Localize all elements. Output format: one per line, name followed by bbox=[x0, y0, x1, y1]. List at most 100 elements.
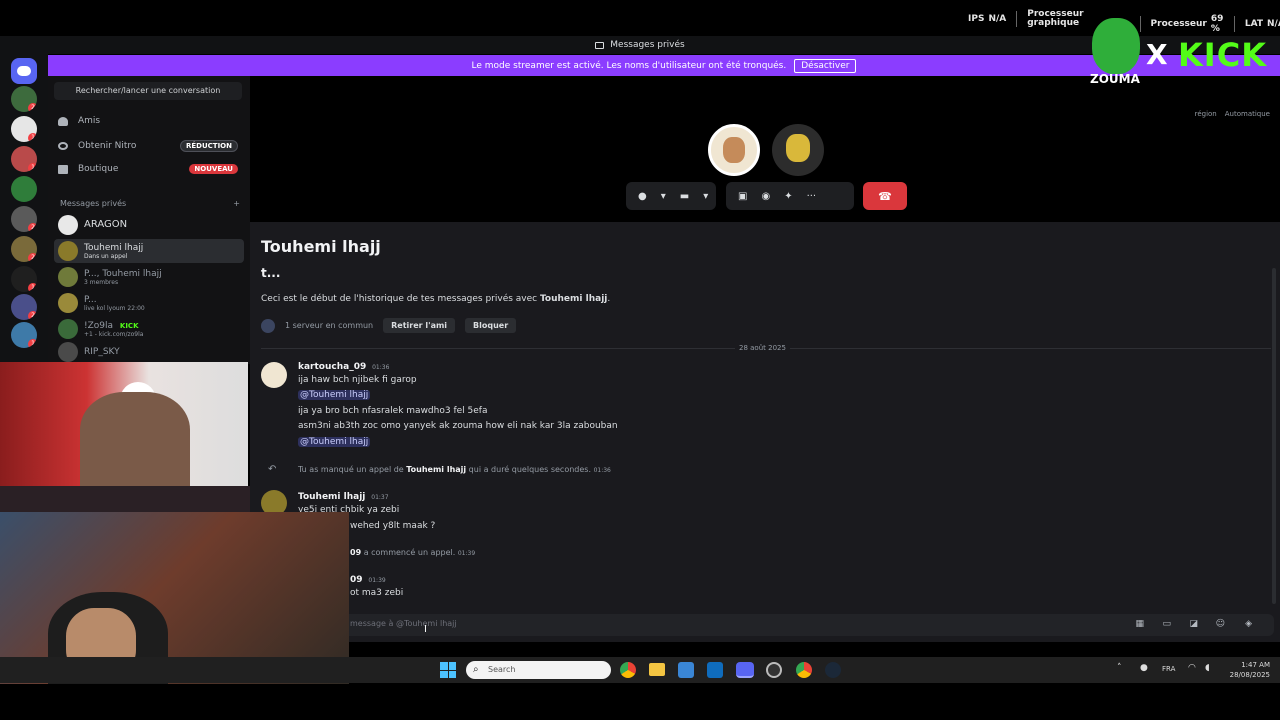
region-selector[interactable]: région Automatique bbox=[1195, 110, 1270, 118]
apps-icon[interactable]: ◈ bbox=[1245, 619, 1252, 629]
missed-call-notice: Tu as manqué un appel de Touhemi lhajj q… bbox=[298, 465, 611, 474]
message-mention: @Touhemi lhajj bbox=[298, 437, 371, 447]
dm-item-active[interactable]: Touhemi lhajj Dans un appel bbox=[54, 239, 244, 263]
text-cursor-icon: I bbox=[424, 624, 427, 635]
message-mention: @Touhemi lhajj bbox=[298, 390, 371, 400]
nav-item-shop[interactable]: Boutique NOUVEAU bbox=[58, 164, 238, 174]
avatar[interactable] bbox=[261, 362, 287, 388]
outlook-icon[interactable] bbox=[707, 662, 723, 678]
server-icon[interactable]: 1 bbox=[11, 146, 37, 172]
activity-icon[interactable]: ◉ bbox=[761, 191, 770, 202]
emoji-icon[interactable]: ☺ bbox=[1216, 619, 1225, 629]
message-text: wehed y8lt maak ? bbox=[350, 521, 436, 531]
server-icon[interactable]: 2 bbox=[11, 294, 37, 320]
dm-name: Touhemi lhajj bbox=[84, 242, 144, 253]
sidebar-partial-row bbox=[0, 486, 250, 512]
intro-suffix: . bbox=[607, 294, 611, 304]
friends-icon bbox=[58, 116, 68, 126]
hang-up-button[interactable]: ☎ bbox=[863, 182, 907, 210]
server-icon[interactable]: 2 bbox=[11, 206, 37, 232]
nav-item-nitro[interactable]: Obtenir Nitro RÉDUCTION bbox=[58, 140, 238, 152]
call-action-controls: ▣ ◉ ✦ ··· bbox=[726, 182, 854, 210]
gift-icon[interactable]: ▦ bbox=[1135, 619, 1144, 629]
wifi-icon[interactable]: ◠ bbox=[1188, 663, 1196, 673]
performance-overlay-bar: IPS N/A Processeur graphique Processeur … bbox=[0, 0, 1280, 36]
screen-share-icon[interactable]: ▣ bbox=[738, 191, 747, 202]
mic-camera-controls: ● ▾ ▬ ▾ bbox=[626, 182, 716, 210]
microphone-tray-icon[interactable]: ● bbox=[1140, 663, 1148, 673]
mutual-servers[interactable]: 1 serveur en commun bbox=[285, 321, 373, 330]
more-options-icon[interactable]: ··· bbox=[807, 191, 817, 202]
block-button[interactable]: Bloquer bbox=[465, 318, 517, 333]
message-author[interactable]: Touhemi lhajj bbox=[298, 492, 365, 502]
missed-call-suffix: qui a duré quelques secondes. bbox=[466, 465, 592, 474]
disable-streamer-mode-button[interactable]: Désactiver bbox=[794, 58, 857, 73]
nav-label: Boutique bbox=[78, 164, 119, 174]
nav-item-friends[interactable]: Amis bbox=[58, 116, 238, 126]
user-mention[interactable]: @Touhemi lhajj bbox=[298, 390, 371, 400]
avatar bbox=[58, 342, 78, 362]
avatar bbox=[58, 319, 78, 339]
message-author[interactable]: kartoucha_09 bbox=[298, 362, 366, 372]
file-explorer-icon[interactable] bbox=[649, 663, 665, 676]
dm-item[interactable]: !Zo9la KICK +1 - kick.com/zo9la bbox=[54, 317, 244, 341]
taskbar-search-input[interactable]: ⌕ Search bbox=[466, 661, 611, 679]
ips-value: N/A bbox=[988, 14, 1007, 24]
dm-name: ARAGON bbox=[84, 219, 128, 230]
server-icon[interactable]: 1 bbox=[11, 116, 37, 142]
dm-item[interactable]: P... live kol lyoum 22:00 bbox=[54, 291, 244, 315]
server-icon[interactable]: 1 bbox=[11, 322, 37, 348]
soundboard-icon[interactable]: ✦ bbox=[784, 191, 792, 202]
taskbar-search-label: Search bbox=[488, 665, 516, 674]
message-input[interactable]: message à @Touhemi lhajj ▦ ▭ ◪ ☺ ◈ bbox=[256, 614, 1274, 636]
microphone-icon[interactable]: ● bbox=[638, 191, 647, 202]
gif-icon[interactable]: ▭ bbox=[1162, 619, 1171, 629]
conversation-search-input[interactable]: Rechercher/lancer une conversation bbox=[54, 82, 242, 100]
chat-panel: Touhemi lhajj t... Ceci est le début de … bbox=[250, 222, 1280, 608]
discount-badge: RÉDUCTION bbox=[180, 140, 238, 152]
message-header: 09 01:39 bbox=[350, 575, 386, 585]
chrome-icon[interactable] bbox=[620, 662, 636, 678]
dm-item[interactable]: ARAGON bbox=[54, 213, 244, 237]
lat-value: N/A bbox=[1267, 19, 1280, 29]
message-time: 01:37 bbox=[371, 494, 389, 501]
chevron-down-icon[interactable]: ▾ bbox=[703, 191, 708, 202]
obs-icon[interactable] bbox=[766, 662, 782, 678]
chat-scrollbar[interactable] bbox=[1272, 268, 1276, 604]
create-dm-plus-icon[interactable]: + bbox=[233, 199, 240, 208]
sticker-icon[interactable]: ◪ bbox=[1189, 619, 1198, 629]
dm-title: Touhemi lhajj bbox=[261, 237, 381, 256]
windows-start-icon[interactable] bbox=[440, 662, 456, 678]
region-value: Automatique bbox=[1224, 110, 1270, 118]
call-participant-avatar[interactable] bbox=[772, 124, 824, 176]
message-text: ija ya bro bch nfasralek mawdho3 fel 5ef… bbox=[298, 406, 488, 416]
dm-item[interactable]: P..., Touhemi lhajj 3 membres bbox=[54, 265, 244, 289]
dm-name: !Zo9la bbox=[84, 320, 114, 331]
clock[interactable]: 1:47 AM 28/08/2025 bbox=[1222, 660, 1270, 680]
chrome-profile-icon[interactable] bbox=[796, 662, 812, 678]
server-icon[interactable]: 1 bbox=[11, 266, 37, 292]
camera-off-icon[interactable]: ▬ bbox=[680, 191, 689, 202]
chevron-up-icon[interactable]: ˄ bbox=[1117, 663, 1122, 673]
missed-call-name[interactable]: Touhemi lhajj bbox=[406, 465, 466, 474]
volume-icon[interactable]: ◖ bbox=[1205, 663, 1210, 673]
dm-name: RIP_SKY bbox=[84, 347, 120, 357]
steam-icon[interactable] bbox=[825, 662, 841, 678]
message-author[interactable]: 09 bbox=[350, 575, 363, 585]
discord-taskbar-icon[interactable] bbox=[736, 662, 754, 678]
message-time: 01:39 bbox=[368, 577, 386, 584]
server-icon[interactable] bbox=[11, 176, 37, 202]
user-mention[interactable]: @Touhemi lhajj bbox=[298, 437, 371, 447]
chevron-down-icon[interactable]: ▾ bbox=[661, 191, 666, 202]
server-icon[interactable]: 2 bbox=[11, 86, 37, 112]
dm-status: +1 - kick.com/zo9la bbox=[84, 330, 144, 338]
server-icon[interactable]: 2 bbox=[11, 236, 37, 262]
call-start-name[interactable]: 09 bbox=[350, 548, 361, 557]
dm-item[interactable]: RIP_SKY bbox=[54, 342, 244, 362]
input-language[interactable]: FRA bbox=[1162, 665, 1175, 673]
discord-home-icon[interactable] bbox=[11, 58, 37, 84]
remove-friend-button[interactable]: Retirer l'ami bbox=[383, 318, 456, 333]
clock-date: 28/08/2025 bbox=[1229, 671, 1270, 679]
call-participant-avatar[interactable] bbox=[708, 124, 760, 176]
store-icon[interactable] bbox=[678, 662, 694, 678]
